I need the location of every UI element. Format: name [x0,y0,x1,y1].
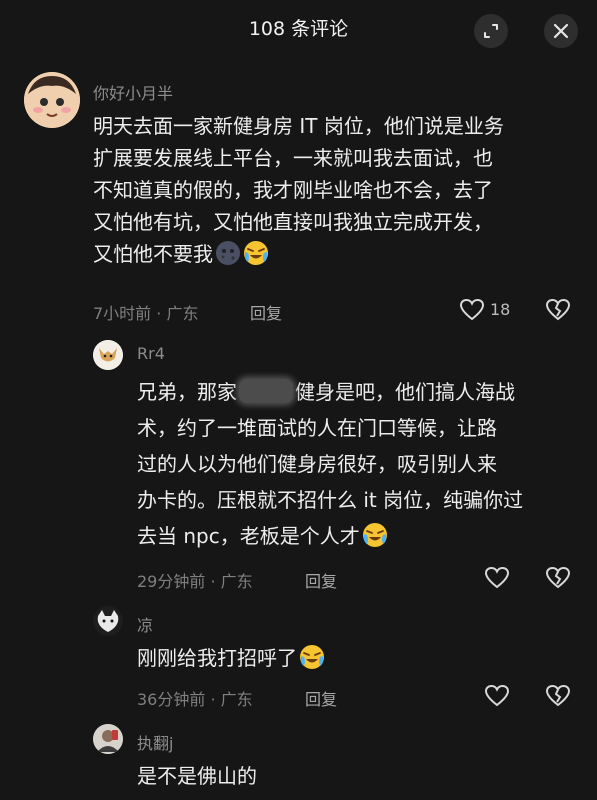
comment-line-text: 刚刚给我打招呼了 [137,646,297,670]
comment-text: 是不是佛山的 [137,760,582,792]
blurred-redaction [239,379,293,403]
expand-button[interactable] [474,14,508,48]
comment-line: 又怕他有坑，又怕他直接叫我独立完成开发， [93,210,493,234]
comment-text: 刚刚给我打招呼了 [137,642,582,674]
heart-broken-icon[interactable] [545,684,571,708]
laugh-cry-emoji [244,241,268,265]
close-button[interactable] [544,14,578,48]
close-icon [553,23,569,39]
comment-line-text: 又怕他不要我 [93,242,213,266]
reply-button[interactable]: 回复 [305,686,337,710]
avatar[interactable] [93,340,123,370]
comment-line-text: 去当 npc，老板是个人才 [137,524,360,548]
heart-outline-icon[interactable] [484,566,510,590]
reply-button[interactable]: 回复 [250,300,282,324]
comment-line: 扩展要发展线上平台，一来就叫我去面试，也 [93,146,493,170]
avatar[interactable] [24,72,80,128]
fox-avatar-image [93,340,123,370]
comment-time-location: 7小时前 · 广东 [93,304,199,323]
comment-line-last: 又怕他不要我 [93,238,583,270]
heart-outline-icon[interactable] [484,684,510,708]
comment-line-last: 去当 npc，老板是个人才 [137,520,582,552]
expand-icon [484,24,498,38]
comment-username[interactable]: 执翻j [137,730,173,754]
comment-line: 明天去面一家新健身房 IT 岗位，他们说是业务 [93,114,504,138]
comment-time-location: 36分钟前 · 广东 [137,690,253,709]
comment-line: 是不是佛山的 [137,764,257,788]
comment-line-text: 健身是吧，他们搞人海战 [295,380,515,404]
laugh-cry-emoji [300,645,324,669]
cartoon-face-avatar-image [24,72,80,128]
reply-button[interactable]: 回复 [305,568,337,592]
comment-line-first: 兄弟，那家 健身是吧，他们搞人海战 [137,376,582,408]
laugh-cry-emoji [362,523,387,547]
bw-cat-avatar-image [93,606,123,636]
moon-face-emoji [216,241,240,265]
heart-outline-icon[interactable] [459,298,485,322]
comment-line: 过的人以为他们健身房很好，吸引别人来 [137,452,497,476]
person-photo-avatar-image [93,724,123,754]
comment-line: 术，约了一堆面试的人在门口等候，让路 [137,416,497,440]
heart-broken-icon[interactable] [545,566,571,590]
comments-header: 108 条评论 [0,0,597,60]
like-count: 18 [490,300,511,319]
comment-username[interactable]: 凉 [137,612,153,636]
comment-username[interactable]: Rr4 [137,344,165,363]
comment-time-location: 29分钟前 · 广东 [137,572,253,591]
comment-text: 明天去面一家新健身房 IT 岗位，他们说是业务 扩展要发展线上平台，一来就叫我去… [93,110,583,270]
comment-line-last: 刚刚给我打招呼了 [137,642,582,674]
comment-line-text: 兄弟，那家 [137,380,237,404]
comment-text: 兄弟，那家 健身是吧，他们搞人海战 术，约了一堆面试的人在门口等候，让路 过的人以… [137,376,582,552]
heart-broken-icon[interactable] [545,298,571,322]
avatar[interactable] [93,606,123,636]
comment-line: 办卡的。压根就不招什么 it 岗位，纯骗你过 [137,488,524,512]
avatar[interactable] [93,724,123,754]
comment-line: 不知道真的假的，我才刚毕业啥也不会，去了 [93,178,493,202]
comment-username[interactable]: 你好小月半 [93,80,173,104]
